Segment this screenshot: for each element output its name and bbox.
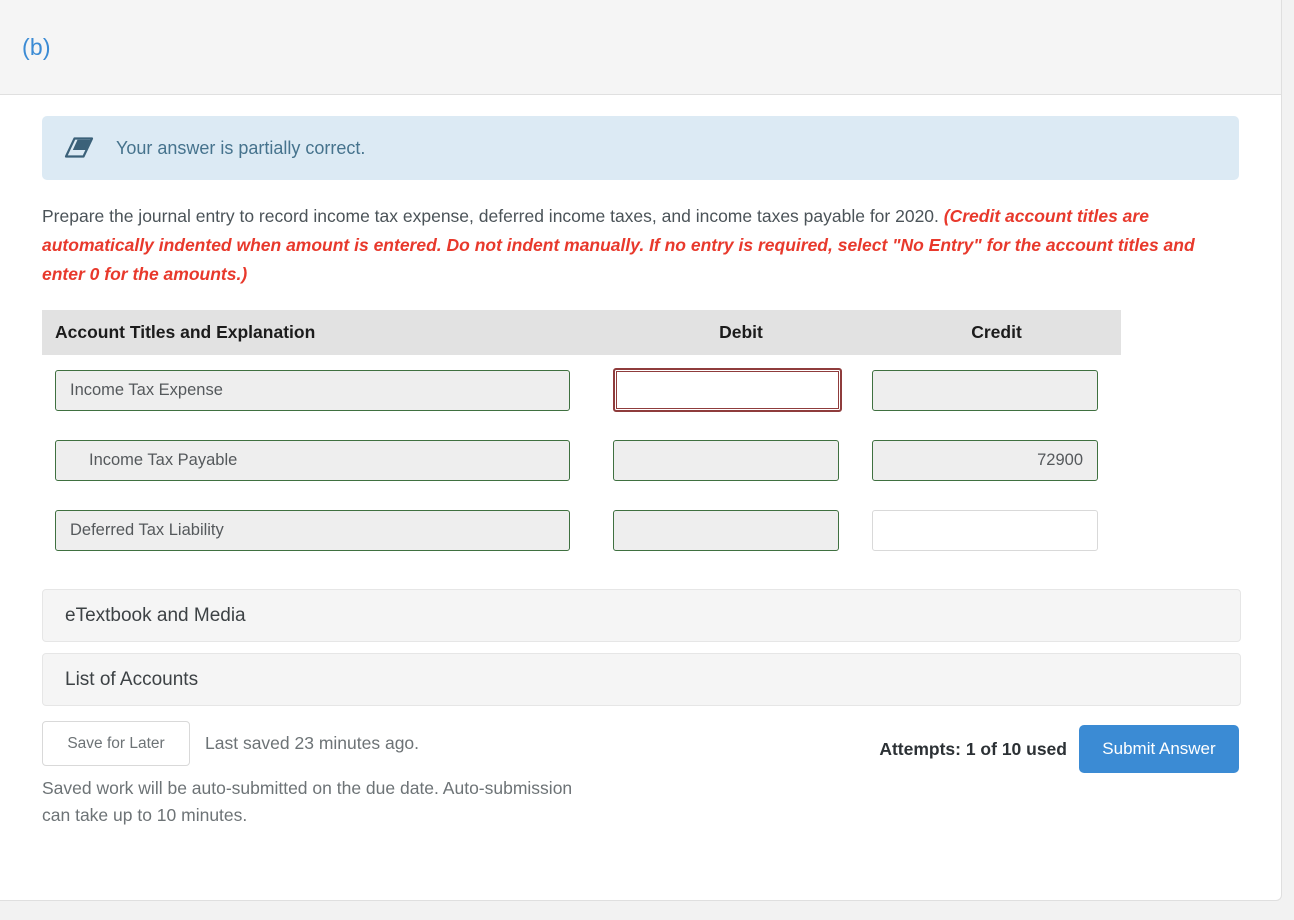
panel-header: (b) bbox=[0, 0, 1281, 95]
account-title-input-2[interactable] bbox=[55, 439, 570, 481]
column-header-account: Account Titles and Explanation bbox=[55, 322, 316, 342]
cell-debit bbox=[610, 368, 872, 412]
credit-amount-input-1[interactable] bbox=[872, 369, 1098, 411]
panel-body: Your answer is partially correct. Prepar… bbox=[0, 116, 1281, 831]
etextbook-label: eTextbook and Media bbox=[65, 604, 246, 626]
footer: Save for Later Last saved 23 minutes ago… bbox=[42, 721, 1239, 831]
auto-submission-note: Saved work will be auto-submitted on the… bbox=[42, 778, 573, 825]
journal-entry-table: Account Titles and Explanation Debit Cre… bbox=[42, 310, 1121, 565]
instructions-main: Prepare the journal entry to record inco… bbox=[42, 206, 944, 226]
attempts-counter: Attempts: 1 of 10 used bbox=[879, 738, 1067, 759]
cell-account bbox=[42, 509, 610, 551]
footer-right: Attempts: 1 of 10 used Submit Answer bbox=[879, 725, 1239, 773]
table-row bbox=[42, 355, 1121, 425]
account-title-input-3[interactable] bbox=[55, 509, 570, 551]
debit-amount-input-3[interactable] bbox=[613, 509, 839, 551]
etextbook-and-media-bar[interactable]: eTextbook and Media bbox=[42, 589, 1241, 642]
table-header-row: Account Titles and Explanation Debit Cre… bbox=[42, 310, 1121, 355]
last-saved-text: Last saved 23 minutes ago. bbox=[205, 733, 420, 753]
cell-account bbox=[42, 439, 610, 481]
column-header-credit: Credit bbox=[971, 322, 1022, 342]
alert-message: Your answer is partially correct. bbox=[116, 137, 366, 158]
credit-amount-input-3[interactable] bbox=[872, 509, 1098, 551]
cell-account bbox=[42, 369, 610, 411]
cell-debit bbox=[610, 439, 872, 481]
status-alert: Your answer is partially correct. bbox=[42, 116, 1239, 180]
table-row bbox=[42, 495, 1121, 565]
credit-amount-input-2[interactable] bbox=[872, 439, 1098, 481]
debit-amount-input-1[interactable] bbox=[613, 368, 842, 412]
submit-answer-button[interactable]: Submit Answer bbox=[1079, 725, 1239, 773]
eraser-icon bbox=[64, 137, 94, 158]
instructions: Prepare the journal entry to record inco… bbox=[42, 202, 1237, 289]
part-label: (b) bbox=[22, 34, 51, 60]
cell-credit bbox=[872, 369, 1121, 411]
list-of-accounts-bar[interactable]: List of Accounts bbox=[42, 653, 1241, 706]
cell-credit bbox=[872, 439, 1121, 481]
table-row bbox=[42, 425, 1121, 495]
list-of-accounts-label: List of Accounts bbox=[65, 668, 199, 690]
exercise-card: (b) Your answer is partially correct. Pr… bbox=[0, 0, 1282, 901]
account-title-input-1[interactable] bbox=[55, 369, 570, 411]
cell-credit bbox=[872, 509, 1121, 551]
cell-debit bbox=[610, 509, 872, 551]
save-for-later-button[interactable]: Save for Later bbox=[42, 721, 190, 766]
debit-amount-input-2[interactable] bbox=[613, 439, 839, 481]
column-header-debit: Debit bbox=[719, 322, 763, 342]
